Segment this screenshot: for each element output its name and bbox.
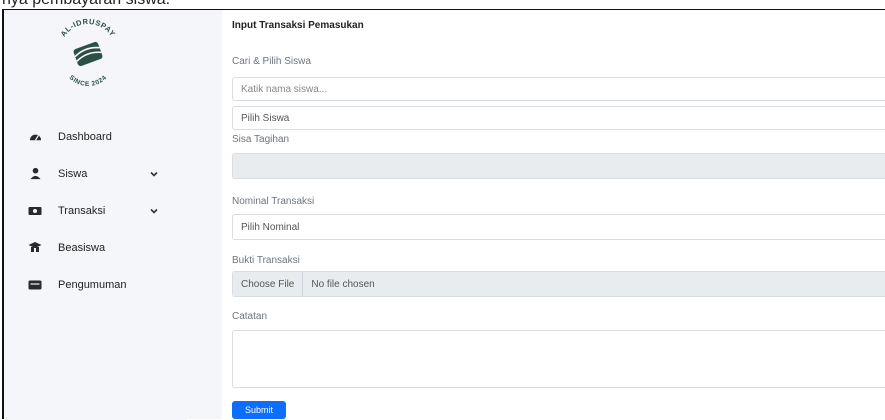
sidebar-nav: Dashboard Siswa Transaksi Beasiswa Pengu…	[4, 118, 187, 303]
search-label: Cari & Pilih Siswa	[232, 56, 311, 67]
app-frame: AL-IDRUSPAY SINCE 2024 Dashboard Siswa T…	[2, 9, 885, 420]
remaining-bill-field	[232, 153, 885, 179]
sidebar-item-label: Beasiswa	[58, 241, 106, 254]
student-select-value: Pilih Siswa	[241, 112, 290, 124]
sidebar-item-label: Siswa	[58, 167, 88, 180]
form-title: Input Transaksi Pemasukan	[232, 20, 364, 31]
sidebar-item-transaksi[interactable]: Transaksi	[4, 192, 187, 229]
chevron-down-icon[interactable]	[149, 169, 159, 179]
transaction-form-card: Input Transaksi Pemasukan Cari & Pilih S…	[222, 10, 885, 420]
money-icon	[28, 204, 42, 218]
sidebar-item-siswa[interactable]: Siswa	[4, 155, 187, 192]
page-header-text: nya pembayaran siswa.	[2, 0, 170, 9]
logo-top-text: AL-IDRUSPAY	[59, 17, 117, 38]
sidebar-item-label: Transaksi	[58, 204, 106, 217]
amount-label: Nominal Transaksi	[232, 196, 315, 207]
svg-text:SINCE 2024: SINCE 2024	[68, 74, 109, 86]
remaining-bill-label: Sisa Tagihan	[232, 134, 290, 145]
sidebar: AL-IDRUSPAY SINCE 2024 Dashboard Siswa T…	[4, 10, 187, 420]
dashboard-icon	[28, 130, 42, 144]
search-placeholder: Katik nama siswa...	[241, 83, 328, 95]
graduation-icon	[28, 241, 42, 255]
logo-bottom-text: SINCE 2024	[68, 74, 108, 86]
proof-label: Bukti Transaksi	[232, 255, 300, 266]
student-search-input[interactable]: Katik nama siswa...	[232, 77, 885, 101]
amount-select-value: Pilih Nominal	[241, 221, 300, 233]
sidebar-item-label: Pengumuman	[58, 278, 127, 291]
sidebar-item-label: Dashboard	[58, 130, 112, 143]
student-select[interactable]: Pilih Siswa	[232, 106, 885, 130]
submit-button[interactable]: Submit	[232, 401, 286, 419]
choose-file-button[interactable]: Choose File	[233, 272, 304, 296]
sidebar-item-dashboard[interactable]: Dashboard	[4, 118, 187, 155]
announcement-icon	[28, 278, 42, 292]
amount-select[interactable]: Pilih Nominal	[232, 214, 885, 240]
chevron-down-icon[interactable]	[149, 206, 159, 216]
notes-textarea[interactable]	[232, 330, 885, 388]
proof-file-input[interactable]: Choose File No file chosen	[232, 271, 885, 297]
file-status: No file chosen	[311, 278, 375, 290]
brand-logo: AL-IDRUSPAY SINCE 2024	[59, 17, 118, 86]
notes-label: Catatan	[232, 311, 268, 322]
sidebar-item-beasiswa[interactable]: Beasiswa	[4, 229, 187, 266]
sidebar-item-pengumuman[interactable]: Pengumuman	[4, 266, 187, 303]
svg-text:AL-IDRUSPAY: AL-IDRUSPAY	[59, 17, 118, 38]
user-icon	[28, 167, 42, 181]
wallet-icon	[73, 41, 103, 67]
